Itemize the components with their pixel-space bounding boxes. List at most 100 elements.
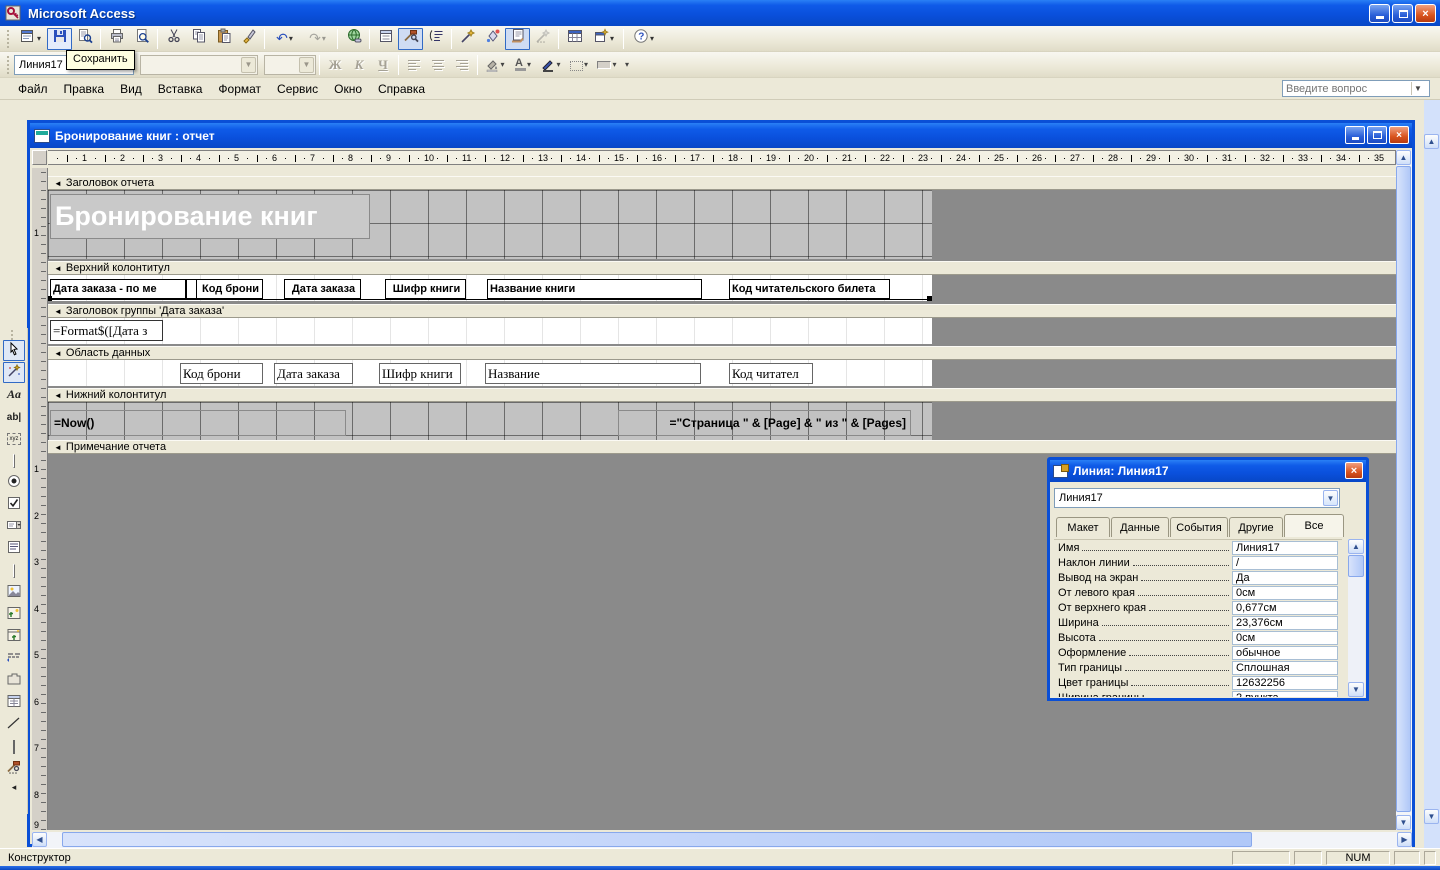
ask-question-box[interactable]: ▼ [1282, 80, 1430, 97]
sorting-grouping-button[interactable] [423, 28, 448, 50]
property-value-input[interactable]: Линия17 [1232, 541, 1338, 555]
report-vertical-scrollbar[interactable]: ▲ ▼ [1396, 150, 1412, 830]
group-format-textbox[interactable]: =Format$([Дата з [50, 320, 163, 341]
scroll-right-button[interactable]: ▶ [1397, 832, 1412, 847]
group-header-section[interactable]: =Format$([Дата з [48, 318, 932, 344]
textbox-tool[interactable]: ab| [3, 406, 25, 427]
align-center-button[interactable] [426, 54, 450, 76]
report-header-section[interactable]: Бронирование книг [48, 190, 932, 259]
section-bar-page-footer[interactable]: ◄ Нижний колонтитул [48, 388, 1396, 402]
column-header-label[interactable]: Название книги [487, 279, 702, 299]
control-wizards-tool[interactable] [3, 362, 25, 383]
properties-close-button[interactable]: × [1345, 462, 1363, 479]
select-objects-tool[interactable] [3, 340, 25, 361]
properties-scrollbar[interactable]: ▲ ▼ [1348, 539, 1365, 697]
label-tool[interactable]: Aa [3, 384, 25, 405]
property-value-input[interactable]: 23,376см [1232, 616, 1338, 630]
menu-item-6[interactable]: Сервис [269, 79, 326, 99]
command-button-tool[interactable] [3, 560, 25, 581]
scroll-left-button[interactable]: ◀ [32, 832, 47, 847]
font-color-button[interactable]: А ▾ [509, 54, 537, 76]
scroll-down-button[interactable]: ▼ [1396, 815, 1411, 830]
menu-item-2[interactable]: Правка [56, 79, 113, 99]
workspace-vertical-scrollbar[interactable]: ▲ ▼ [1424, 100, 1440, 848]
detail-section[interactable]: Код брони Дата заказа Шифр книги Названи… [48, 360, 932, 386]
tab-all[interactable]: Все [1284, 514, 1344, 537]
bold-button[interactable]: Ж [323, 54, 347, 76]
toolbar-options-chevron[interactable]: ▾ [625, 60, 629, 69]
insert-hyperlink-button[interactable] [341, 28, 366, 50]
field-list-button[interactable] [373, 28, 398, 50]
bound-object-frame-tool[interactable] [3, 626, 25, 647]
selection-handle[interactable] [927, 296, 932, 301]
menu-item-8[interactable]: Справка [370, 79, 433, 99]
selected-line-control[interactable] [48, 299, 931, 300]
properties-scroll-thumb[interactable] [1348, 555, 1364, 577]
line-color-button[interactable]: ▾ [537, 54, 565, 76]
properties-button[interactable] [505, 28, 530, 50]
page-footer-section[interactable]: =Now() ="Страница " & [Page] & " из " & … [48, 402, 932, 440]
property-value-input[interactable]: Сплошная [1232, 661, 1338, 675]
column-header-label[interactable]: Код читательского билета [729, 279, 890, 299]
report-close-button[interactable]: × [1389, 126, 1409, 144]
toolbar-grip[interactable] [7, 30, 11, 48]
restore-button[interactable] [1392, 4, 1413, 23]
detail-field[interactable]: Код читател [729, 363, 813, 384]
report-minimize-button[interactable] [1345, 126, 1365, 144]
scroll-up-button[interactable]: ▲ [1396, 150, 1411, 165]
save-button[interactable] [47, 28, 72, 50]
menu-item-3[interactable]: Вид [112, 79, 150, 99]
tab-layout[interactable]: Макет [1056, 517, 1110, 537]
ask-question-input[interactable] [1283, 83, 1411, 95]
report-maximize-button[interactable] [1367, 126, 1387, 144]
scroll-down-button[interactable]: ▼ [1348, 682, 1364, 697]
print-preview-button[interactable] [129, 28, 154, 50]
page-break-tool[interactable] [3, 648, 25, 669]
detail-field[interactable]: Код брони [180, 363, 263, 384]
more-controls-tool[interactable] [3, 758, 25, 779]
vertical-scroll-thumb[interactable] [1396, 166, 1411, 812]
section-bar-report-footer[interactable]: ◄ Примечание отчета [48, 440, 1396, 454]
property-value-input[interactable]: 0,677см [1232, 601, 1338, 615]
file-search-button[interactable] [72, 28, 97, 50]
database-window-button[interactable] [562, 28, 587, 50]
option-button-tool[interactable] [3, 472, 25, 493]
option-group-tool[interactable]: xyz [3, 428, 25, 449]
scroll-up-button[interactable]: ▲ [1424, 134, 1439, 149]
report-title-label[interactable]: Бронирование книг [50, 194, 370, 239]
cut-button[interactable] [161, 28, 186, 50]
section-bar-report-header[interactable]: ◄ Заголовок отчета [48, 176, 1396, 190]
unbound-object-frame-tool[interactable] [3, 604, 25, 625]
toggle-button-tool[interactable] [3, 450, 25, 471]
special-effect-button[interactable]: ▾ [593, 54, 621, 76]
property-value-input[interactable]: 12632256 [1232, 676, 1338, 690]
toolbox-collapse-arrow[interactable]: ◂ [3, 780, 25, 794]
align-left-button[interactable] [402, 54, 426, 76]
line-tool[interactable] [3, 714, 25, 735]
font-name-combo[interactable]: ▼ [140, 55, 258, 75]
properties-object-combo[interactable]: Линия17 ▼ [1054, 488, 1340, 508]
page-number-textbox[interactable]: ="Страница " & [Page] & " из " & [Pages] [618, 410, 911, 436]
properties-titlebar[interactable]: Линия: Линия17 × [1050, 460, 1366, 482]
column-header-label[interactable]: Код брони [196, 279, 263, 299]
copy-button[interactable] [186, 28, 211, 50]
property-value-input[interactable]: / [1232, 556, 1338, 570]
subform-tool[interactable] [3, 692, 25, 713]
now-textbox[interactable]: =Now() [50, 410, 346, 436]
close-button[interactable]: × [1415, 4, 1436, 23]
paste-button[interactable] [211, 28, 236, 50]
tab-events[interactable]: События [1170, 517, 1228, 537]
column-header-label[interactable]: Дата заказа - по ме [50, 279, 186, 299]
detail-field[interactable]: Шифр книги [379, 363, 461, 384]
tab-other[interactable]: Другие [1229, 517, 1283, 537]
section-bar-detail[interactable]: ◄ Область данных [48, 346, 1396, 360]
menu-item-7[interactable]: Окно [326, 79, 370, 99]
section-bar-page-header[interactable]: ◄ Верхний колонтитул [48, 261, 1396, 275]
help-button[interactable]: ?▾ [627, 28, 660, 50]
redo-button[interactable]: ↷▾ [301, 28, 334, 50]
section-bar-group-header[interactable]: ◄ Заголовок группы 'Дата заказа' [48, 304, 1396, 318]
report-window-titlebar[interactable]: Бронирование книг : отчет × [30, 123, 1412, 148]
scroll-down-button[interactable]: ▼ [1424, 809, 1439, 824]
listbox-tool[interactable] [3, 538, 25, 559]
build-button[interactable] [530, 28, 555, 50]
